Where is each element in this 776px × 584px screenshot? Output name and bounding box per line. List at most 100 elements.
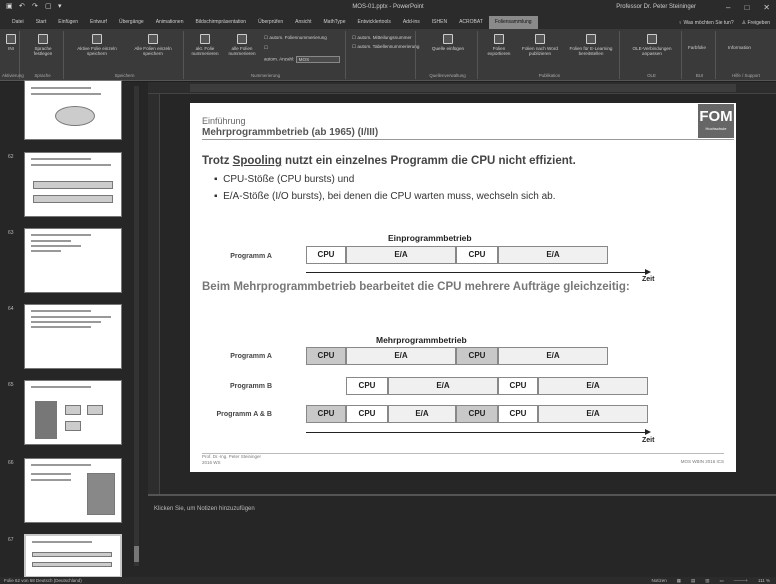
thumb-line	[31, 164, 111, 166]
group-hilfe: Information Hilfe / Support	[718, 31, 774, 79]
ole-button[interactable]: OLE-Verbindungen anpassen	[626, 34, 678, 56]
slide-canvas[interactable]: Einführung Mehrprogrammbetrieb (ab 1965)…	[190, 103, 736, 472]
cpu-burst: CPU	[498, 377, 538, 395]
slide-number: 62	[8, 154, 14, 160]
io-burst: E/A	[346, 347, 456, 365]
quelle-button[interactable]: Quelle einfügen	[428, 34, 468, 51]
folien-export-label: Folien exportieren	[487, 46, 511, 56]
slide-thumbnail[interactable]	[24, 304, 122, 369]
slide-thumbnail[interactable]	[24, 80, 122, 140]
arrow-head-icon	[645, 429, 651, 435]
sorter-view-icon[interactable]: ▤	[691, 578, 695, 584]
akt-folie-num-button[interactable]: akt. Folie nummerieren	[188, 34, 222, 56]
slide-thumbnail[interactable]	[24, 534, 122, 578]
save-slide-icon	[92, 34, 102, 44]
farbfolie-button[interactable]: Farbfolie	[688, 45, 706, 50]
folien-word-button[interactable]: Folien nach Word publizieren	[518, 34, 562, 56]
fom-logo: FOM Hochschule	[698, 104, 734, 138]
logo-subtext: Hochschule	[705, 126, 727, 131]
notes-toggle[interactable]: Notizen	[651, 578, 666, 584]
slide-thumbnail[interactable]	[24, 228, 122, 293]
ribbon: INI Aktivierung Sprache festlegen Sprach…	[0, 29, 776, 81]
tab-start[interactable]: Start	[30, 16, 53, 29]
slide-number: 66	[8, 460, 14, 466]
tab-ansicht[interactable]: Ansicht	[289, 16, 317, 29]
auto-blank-checkbox[interactable]: ☐	[264, 45, 268, 51]
tab-mathtype[interactable]: MathType	[318, 16, 352, 29]
notes-pane[interactable]: Klicken Sie, um Notizen hinzuzufügen	[148, 494, 776, 578]
tab-einfuegen[interactable]: Einfügen	[52, 16, 84, 29]
group-nummerierung: akt. Folie nummerieren alle Folien numme…	[186, 31, 346, 79]
tell-me-input[interactable]: ♀ Was möchten Sie tun?	[678, 20, 733, 26]
group-ole: OLE-Verbindungen anpassen OLE	[622, 31, 682, 79]
scrollbar-thumb[interactable]	[134, 546, 139, 562]
time-axis	[306, 432, 646, 433]
tab-datei[interactable]: Datei	[6, 16, 30, 29]
tab-praesentation[interactable]: Bildschirmpräsentation	[190, 16, 253, 29]
auto-folien-checkbox[interactable]: ☐ autom. Foliennummerierung	[264, 35, 327, 41]
group-label: Sprache	[34, 73, 51, 78]
logo-text: FOM	[699, 108, 733, 125]
aktive-folie-button[interactable]: Aktive Folie einzeln speichern	[70, 34, 124, 56]
status-bar: Folie 62 von 68 Deutsch (Deutschland) No…	[0, 577, 776, 584]
ribbon-tabs: Datei Start Einfügen Entwurf Übergänge A…	[0, 16, 776, 29]
tab-uebergaenge[interactable]: Übergänge	[113, 16, 150, 29]
cpu-burst: CPU	[456, 246, 498, 264]
reading-view-icon[interactable]: ▥	[705, 578, 709, 584]
cpu-burst: CPU	[346, 405, 388, 423]
slide-number: 67	[8, 537, 14, 543]
title-divider	[202, 139, 734, 140]
information-button[interactable]: Information	[728, 45, 751, 50]
thumbnail-scrollbar[interactable]	[134, 86, 139, 566]
folien-export-button[interactable]: Folien exportieren	[482, 34, 516, 56]
auto-tabelle-checkbox[interactable]: ☐ autom. Tabellennummerierung	[352, 44, 419, 50]
maximize-icon[interactable]: □	[744, 3, 749, 12]
share-button[interactable]: ♙ Freigeben	[742, 20, 770, 26]
close-icon[interactable]: ✕	[763, 3, 770, 12]
slide-subtitle: Einführung	[202, 116, 246, 126]
slide-thumbnail-pane: 62 63 64 65 66 67	[0, 80, 148, 578]
minimize-icon[interactable]: –	[726, 3, 730, 12]
alle-folien-button[interactable]: Alle Folien einzeln speichern	[126, 34, 180, 56]
io-burst: E/A	[498, 246, 608, 264]
slideshow-icon[interactable]: ▭	[720, 578, 724, 584]
tab-addins[interactable]: Add-ins	[397, 16, 426, 29]
group-aktivierung: INI Aktivierung	[2, 31, 24, 79]
vertical-ruler	[148, 94, 160, 494]
ini-label: INI	[8, 46, 14, 51]
tab-ishen[interactable]: ISHEN	[426, 16, 453, 29]
sprache-button[interactable]: Sprache festlegen	[26, 34, 60, 56]
zoom-level[interactable]: 111 %	[758, 578, 770, 584]
slide-number: 64	[8, 306, 14, 312]
user-name[interactable]: Professor Dr. Peter Steininger	[616, 4, 696, 10]
row-label: Programm B	[229, 383, 272, 390]
thumb-line	[31, 87, 91, 89]
tab-entwicklertools[interactable]: Entwicklertools	[351, 16, 396, 29]
slide-thumbnail[interactable]	[24, 152, 122, 217]
time-label: Zeit	[642, 276, 655, 283]
folien-elearning-button[interactable]: Folien für E-Learning bereitstellen	[564, 34, 618, 56]
tab-entwurf[interactable]: Entwurf	[84, 16, 113, 29]
tab-animationen[interactable]: Animationen	[150, 16, 190, 29]
normal-view-icon[interactable]: ▦	[677, 578, 681, 584]
tab-ueberpruefen[interactable]: Überprüfen	[252, 16, 289, 29]
tab-foliensammlung[interactable]: Foliensammlung	[488, 16, 538, 29]
thumb-line	[31, 250, 61, 252]
save-all-icon	[148, 34, 158, 44]
slide-thumbnail[interactable]	[24, 380, 122, 445]
alle-folien-num-button[interactable]: alle Folien nummerieren	[224, 34, 260, 56]
thumb-shape	[65, 405, 81, 415]
slide-number: 63	[8, 230, 14, 236]
thumb-line	[31, 93, 101, 95]
tab-acrobat[interactable]: ACROBAT	[453, 16, 489, 29]
io-burst: E/A	[346, 246, 456, 264]
anzahl-input[interactable]: MOS	[295, 56, 340, 63]
ini-button[interactable]: INI	[4, 34, 18, 51]
diagram-title: Mehrprogrammbetrieb	[376, 335, 467, 345]
slide-thumbnail[interactable]	[24, 458, 122, 523]
io-burst: E/A	[538, 405, 648, 423]
arrow-head-icon	[645, 269, 651, 275]
auto-mitteilung-checkbox[interactable]: ☐ autom. Mitteilungsnummer	[352, 35, 412, 41]
thumb-photo	[87, 473, 115, 515]
zoom-slider[interactable]: –——+	[734, 578, 748, 584]
